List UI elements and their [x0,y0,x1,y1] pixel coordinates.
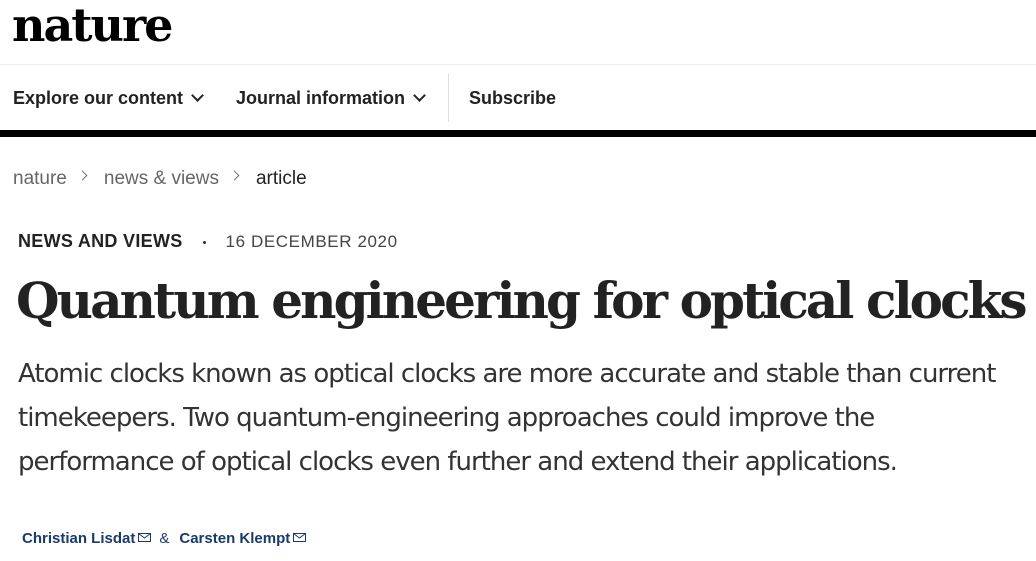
breadcrumb: nature news & views article [13,168,307,190]
author-list: Christian Lisdat & Carsten Klempt [22,529,307,547]
article-type: NEWS AND VIEWS [18,231,183,251]
breadcrumb-news-views[interactable]: news & views [104,168,219,190]
nature-logo[interactable]: nature [12,0,173,52]
author-carsten-klempt[interactable]: Carsten Klempt [179,530,290,547]
nav-subscribe-label: Subscribe [469,87,557,108]
article-standfirst: Atomic clocks known as optical clocks ar… [18,359,996,477]
site-header: nature [0,0,1036,64]
chevron-down-icon [413,89,426,102]
chevron-right-icon [77,170,88,180]
nav-journal-information[interactable]: Journal information [202,65,448,131]
article-meta: NEWS AND VIEWS 16 DECEMBER 2020 [18,231,398,252]
nav-explore-content[interactable]: Explore our content [0,65,204,131]
chevron-right-icon [229,170,240,180]
nav-subscribe[interactable]: Subscribe [448,74,556,122]
author-christian-lisdat[interactable]: Christian Lisdat [22,530,135,547]
meta-separator-dot [202,241,206,244]
breadcrumb-nature[interactable]: nature [13,168,67,190]
nav-divider [0,130,1036,137]
nav-explore-label: Explore our content [13,87,184,108]
article-title: Quantum engineering for optical clocks [16,271,1028,330]
mail-icon[interactable] [293,529,307,542]
nav-journal-label: Journal information [236,87,406,108]
main-nav: Explore our content Journal information … [0,64,1036,131]
mail-icon[interactable] [138,529,152,542]
author-separator: & [159,530,170,547]
article-date: 16 DECEMBER 2020 [225,231,398,251]
breadcrumb-article: article [255,168,307,189]
